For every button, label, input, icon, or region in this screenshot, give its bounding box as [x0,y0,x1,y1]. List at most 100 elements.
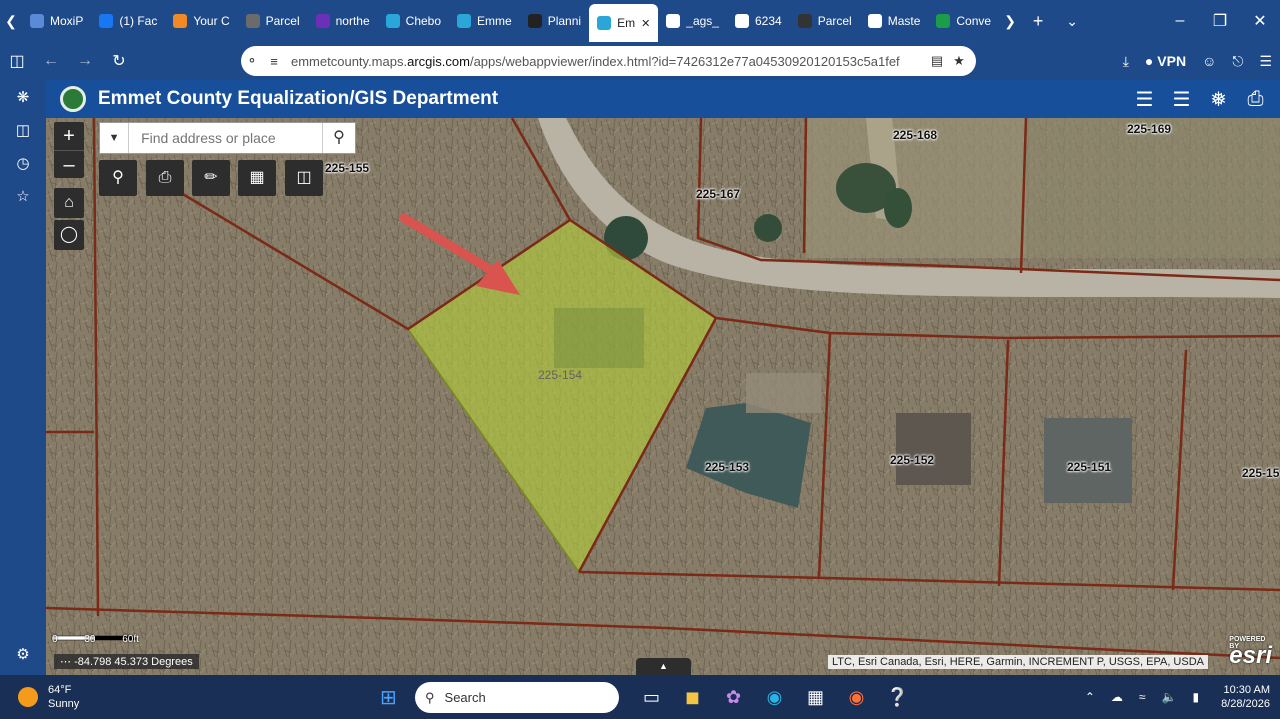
browser-tab-label: Em [617,16,636,30]
url-path: /apps/webappviewer/index.html?id=7426312… [469,53,900,69]
browser-tab[interactable]: Planni [520,4,589,38]
document-icon [734,14,749,28]
map-view[interactable]: 225-155 225-168 225-169 225-167 225-154 … [46,118,1280,675]
my-location-button[interactable]: ◯ [54,220,84,250]
browser-tab-bar: ❮ MoxiP (1) Fac Your C Parcel northe Chebo Emm… [0,0,1280,42]
sidebar-settings-icon[interactable]: ⚙ [0,637,46,670]
browser-tab[interactable]: (1) Fac [91,4,165,38]
browser-tab[interactable]: northe [308,4,378,38]
copilot-icon[interactable]: ✿ [713,683,754,711]
new-tab-button[interactable]: + [1021,0,1055,42]
identify-tool-button[interactable]: ⚲ [99,160,137,196]
firefox-icon[interactable]: ◉ [836,683,877,711]
synced-tabs-icon[interactable]: ◫ [0,113,46,146]
ai-chat-icon[interactable]: ❋ [0,80,46,113]
browser-tab[interactable]: Parcel [790,4,860,38]
amazon-icon [173,14,188,28]
reload-button[interactable]: ↻ [102,51,136,71]
bookmarks-icon[interactable]: ☆ [0,179,46,212]
search-button[interactable]: ⚲ [322,123,355,153]
browser-tab[interactable]: Maste [860,4,929,38]
edge-icon[interactable]: ◉ [754,683,795,711]
browser-tab[interactable]: Parcel [238,4,308,38]
parcel-label-225-168[interactable]: 225-168 [893,128,937,142]
browser-tab[interactable]: 6234 [727,4,790,38]
parcel-label-225-169[interactable]: 225-169 [1127,122,1171,136]
print-widget-icon[interactable]: ⎙ [1237,88,1274,111]
parcel-label-225-15[interactable]: 225-15 [1242,466,1279,480]
search-source-dropdown[interactable]: ▼ [100,123,130,153]
layers-tool-button[interactable]: ◫ [285,160,323,196]
wifi-icon[interactable]: ≈ [1139,690,1146,704]
browser-tab[interactable]: _ags_ [658,4,727,38]
home-icon: ⌂ [64,194,74,211]
sidebar-toggle-icon[interactable]: ◫ [0,51,34,71]
site-shield-icon[interactable]: ⚬ [241,53,263,69]
zoom-search-icon: ⚲ [112,169,124,186]
close-window-button[interactable]: ✕ [1240,11,1280,31]
browser-tab[interactable]: Emme [449,4,520,38]
battery-icon[interactable]: ▮ [1192,690,1199,704]
site-settings-icon[interactable]: ≡ [263,54,285,69]
tray-expand-icon[interactable]: ⌃ [1085,690,1095,704]
browser-tab[interactable]: Em ✕ [589,4,659,42]
app-title: Emmet County Equalization/GIS Department [98,88,499,109]
minimize-window-button[interactable]: – [1160,12,1200,30]
zoom-out-button[interactable]: – [54,150,84,178]
task-view-icon[interactable]: ▭ [631,683,672,711]
reader-mode-icon[interactable]: ▤ [926,53,948,69]
basemap-tool-button[interactable]: ▦ [238,160,276,196]
windows-start-icon[interactable]: ⊞ [380,685,397,710]
parcel-label-225-153[interactable]: 225-153 [705,460,749,474]
close-tab-icon[interactable]: ✕ [641,17,650,30]
arcgis-icon [385,14,400,28]
measure-tool-button[interactable]: ✏ [192,160,230,196]
tab-scroll-left-icon[interactable]: ❮ [0,0,22,42]
bookmark-star-icon[interactable]: ★ [948,53,970,69]
coordinate-icon: ⋯ [60,656,71,668]
url-field[interactable]: ⚬ ≡ emmetcounty.maps. arcgis.com/apps/web… [241,46,976,76]
tab-scroll-right-icon[interactable]: ❯ [999,0,1021,42]
clock[interactable]: 10:30 AM 8/28/2026 [1221,683,1270,711]
help-icon[interactable]: ❔ [877,683,918,711]
cloud-icon[interactable]: ☁ [1111,690,1123,704]
download-icon[interactable]: ⤓ [1123,53,1129,70]
parcel-label-225-154[interactable]: 225-154 [538,368,582,382]
esri-logo: POWERED BY esri [1229,636,1272,670]
restore-window-button[interactable]: ❐ [1200,11,1240,31]
print-tool-button[interactable]: ⎙ [146,160,184,196]
attribute-table-toggle[interactable]: ▲ [636,658,691,675]
parcel-label-225-167[interactable]: 225-167 [696,187,740,201]
esri-powered-text: POWERED BY [1229,636,1266,650]
zoom-in-button[interactable]: + [54,122,84,150]
history-icon[interactable]: ◷ [0,146,46,179]
account-icon[interactable]: ☺ [1202,53,1216,69]
northeast-icon [315,14,330,28]
browser-tab[interactable]: Chebo [378,4,449,38]
parcel-label-225-155[interactable]: 225-155 [325,161,369,175]
search-input[interactable] [129,124,323,152]
browser-tab[interactable]: MoxiP [22,4,91,38]
menu-icon[interactable]: ☰ [1259,53,1272,70]
extensions-icon[interactable]: ⎋ [1232,53,1243,70]
home-button[interactable]: ⌂ [54,188,84,218]
basemap-gallery-icon[interactable]: ❅ [1200,87,1237,112]
taskbar-search[interactable]: ⚲ Search [415,682,619,713]
back-button[interactable]: ← [34,52,68,70]
weather-temp: 64°F [48,684,72,696]
file-explorer-icon[interactable]: ◼ [672,683,713,711]
browser-tab[interactable]: Your C [165,4,237,38]
coordinate-readout[interactable]: ⋯ -84.798 45.373 Degrees [54,654,199,669]
forward-button[interactable]: → [68,52,102,70]
store-icon[interactable]: ▦ [795,683,836,711]
browser-tab[interactable]: Conve [928,4,999,38]
weather-widget[interactable]: 64°F Sunny [18,683,79,711]
parcel-label-225-152[interactable]: 225-152 [890,453,934,467]
layer-list-icon[interactable]: ☰ [1163,87,1200,112]
tab-list-chevron-icon[interactable]: ⌄ [1055,0,1089,42]
parcel-label-225-151[interactable]: 225-151 [1067,460,1111,474]
vpn-button[interactable]: ● VPN [1145,53,1186,69]
volume-icon[interactable]: 🔈 [1162,690,1177,704]
house-154 [554,308,644,368]
legend-icon[interactable]: ☰ [1126,87,1163,112]
